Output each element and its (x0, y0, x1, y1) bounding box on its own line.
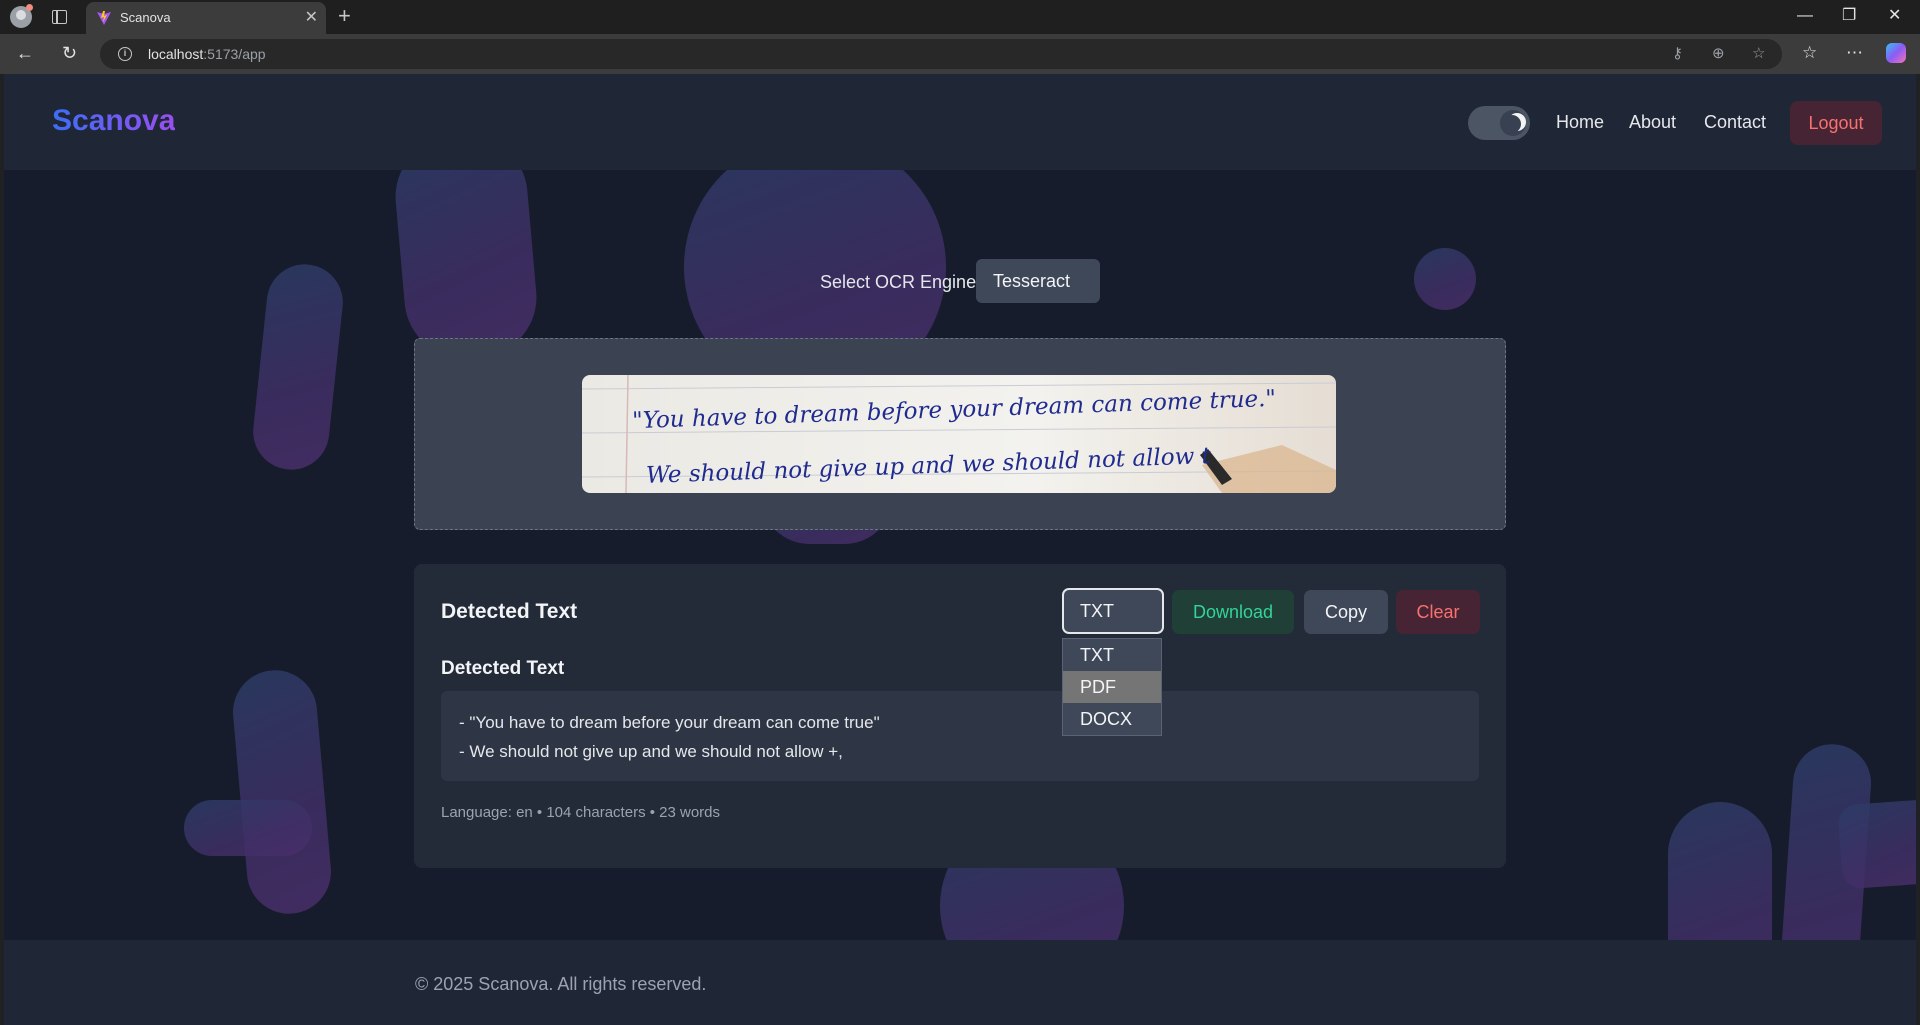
format-option-txt[interactable]: TXT (1063, 639, 1161, 671)
vite-favicon-icon (97, 11, 111, 25)
favorite-star-icon[interactable]: ☆ (1752, 45, 1765, 63)
detected-text-output[interactable]: - "You have to dream before your dream c… (441, 691, 1479, 781)
detected-line: - "You have to dream before your dream c… (459, 713, 880, 732)
download-button[interactable]: Download (1172, 590, 1294, 634)
export-format-select[interactable]: TXT (1062, 588, 1164, 634)
text-stats: Language: en • 104 characters • 23 words (441, 804, 721, 821)
address-bar[interactable]: i localhost:5173/app ⚷ ⊕ ☆ (100, 39, 1782, 69)
browser-tab-bar: Scanova ✕ + — ❐ ✕ (0, 0, 1920, 34)
app-page: Scanova Home About Contact Logout Select… (4, 74, 1916, 1025)
tab-close-icon[interactable]: ✕ (305, 8, 318, 28)
card-title: Detected Text (441, 600, 578, 623)
notification-dot (26, 4, 33, 11)
minimize-button[interactable]: — (1797, 4, 1813, 28)
zoom-icon[interactable]: ⊕ (1712, 45, 1725, 63)
tab-actions-icon[interactable] (52, 10, 67, 24)
tab-title: Scanova (120, 10, 171, 25)
key-icon[interactable]: ⚷ (1672, 45, 1683, 63)
moon-icon (1503, 115, 1521, 133)
format-option-pdf[interactable]: PDF (1063, 671, 1161, 703)
ocr-engine-label: Select OCR Engine: (820, 272, 982, 292)
ocr-engine-select[interactable]: Tesseract (976, 259, 1100, 303)
clear-button[interactable]: Clear (1396, 590, 1480, 634)
new-tab-button[interactable]: + (338, 4, 351, 28)
toggle-knob (1500, 110, 1526, 136)
browser-tab[interactable]: Scanova ✕ (86, 2, 326, 34)
uploaded-handwriting-image: "You have to dream before your dream can… (582, 375, 1336, 493)
more-menu-icon[interactable]: ⋯ (1846, 42, 1863, 64)
restore-button[interactable]: ❐ (1842, 4, 1856, 28)
theme-toggle[interactable] (1468, 106, 1530, 140)
url-text: localhost:5173/app (148, 46, 266, 62)
back-arrow-icon[interactable]: ← (16, 42, 34, 64)
copyright-text: © 2025 Scanova. All rights reserved. (415, 974, 707, 994)
detected-text-card: Detected Text TXT Download Copy Clear De… (414, 564, 1506, 868)
app-logo[interactable]: Scanova (52, 104, 175, 138)
reload-icon[interactable]: ↻ (62, 42, 77, 64)
nav-link-home[interactable]: Home (1556, 112, 1604, 133)
format-option-docx[interactable]: DOCX (1063, 703, 1161, 735)
background-shape (229, 666, 335, 918)
detected-text-heading: Detected Text (441, 658, 565, 679)
app-footer: © 2025 Scanova. All rights reserved. (4, 940, 1916, 1025)
logout-button[interactable]: Logout (1790, 101, 1882, 145)
copy-button[interactable]: Copy (1304, 590, 1388, 634)
nav-link-about[interactable]: About (1629, 112, 1676, 133)
app-navbar: Scanova Home About Contact Logout (4, 74, 1916, 170)
copilot-icon[interactable] (1886, 43, 1906, 63)
detected-line: - We should not give up and we should no… (459, 742, 843, 761)
background-shape (184, 800, 312, 856)
image-upload-dropzone[interactable]: "You have to dream before your dream can… (414, 338, 1506, 530)
browser-toolbar: ← ↻ i localhost:5173/app ⚷ ⊕ ☆ ☆ ⋯ (0, 34, 1920, 74)
site-info-icon[interactable]: i (118, 47, 132, 61)
close-window-button[interactable]: ✕ (1888, 4, 1901, 28)
background-shape (249, 260, 347, 474)
background-shape (1414, 248, 1476, 310)
nav-link-contact[interactable]: Contact (1704, 112, 1766, 133)
format-dropdown-list: TXT PDF DOCX (1062, 638, 1162, 736)
background-shape (1837, 798, 1916, 890)
favorites-icon[interactable]: ☆ (1802, 42, 1817, 64)
